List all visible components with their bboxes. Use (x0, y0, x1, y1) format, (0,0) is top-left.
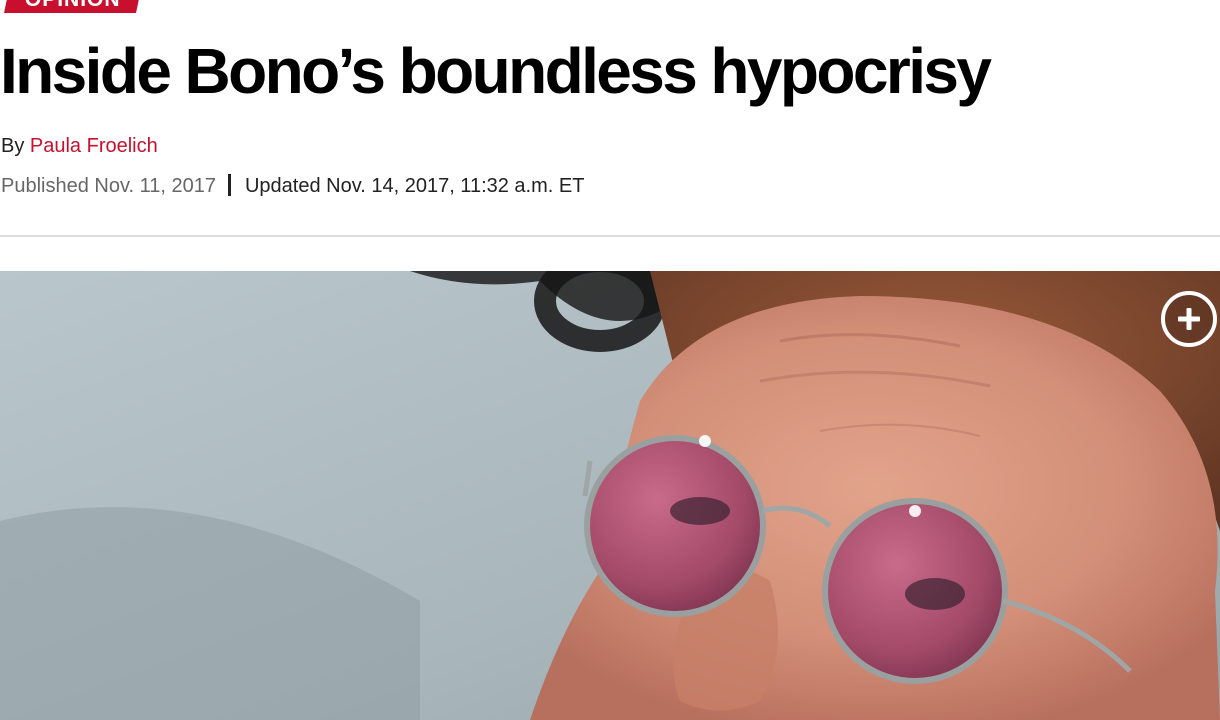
article-page: OPINION Inside Bono’s boundless hypocris… (0, 0, 1220, 720)
header-divider (0, 235, 1220, 237)
updated-date: Updated Nov. 14, 2017, 11:32 a.m. ET (244, 175, 585, 197)
bono-photo (0, 271, 1220, 720)
article-dates: Published Nov. 11, 2017 Updated Nov. 14, … (1, 172, 584, 200)
author-link[interactable]: Paula Froelich (30, 135, 158, 157)
plus-circle-icon (1178, 308, 1200, 330)
byline-prefix: By (1, 135, 25, 157)
date-separator (227, 174, 231, 196)
article-headline: Inside Bono’s boundless hypocrisy (0, 35, 992, 107)
byline: By Paula Froelich (1, 133, 158, 159)
section-label: OPINION (25, 0, 121, 13)
section-badge[interactable]: OPINION (4, 0, 142, 13)
article-photo[interactable] (0, 271, 1220, 720)
published-date: Published Nov. 11, 2017 (1, 175, 216, 197)
expand-photo-button[interactable] (1161, 291, 1217, 347)
